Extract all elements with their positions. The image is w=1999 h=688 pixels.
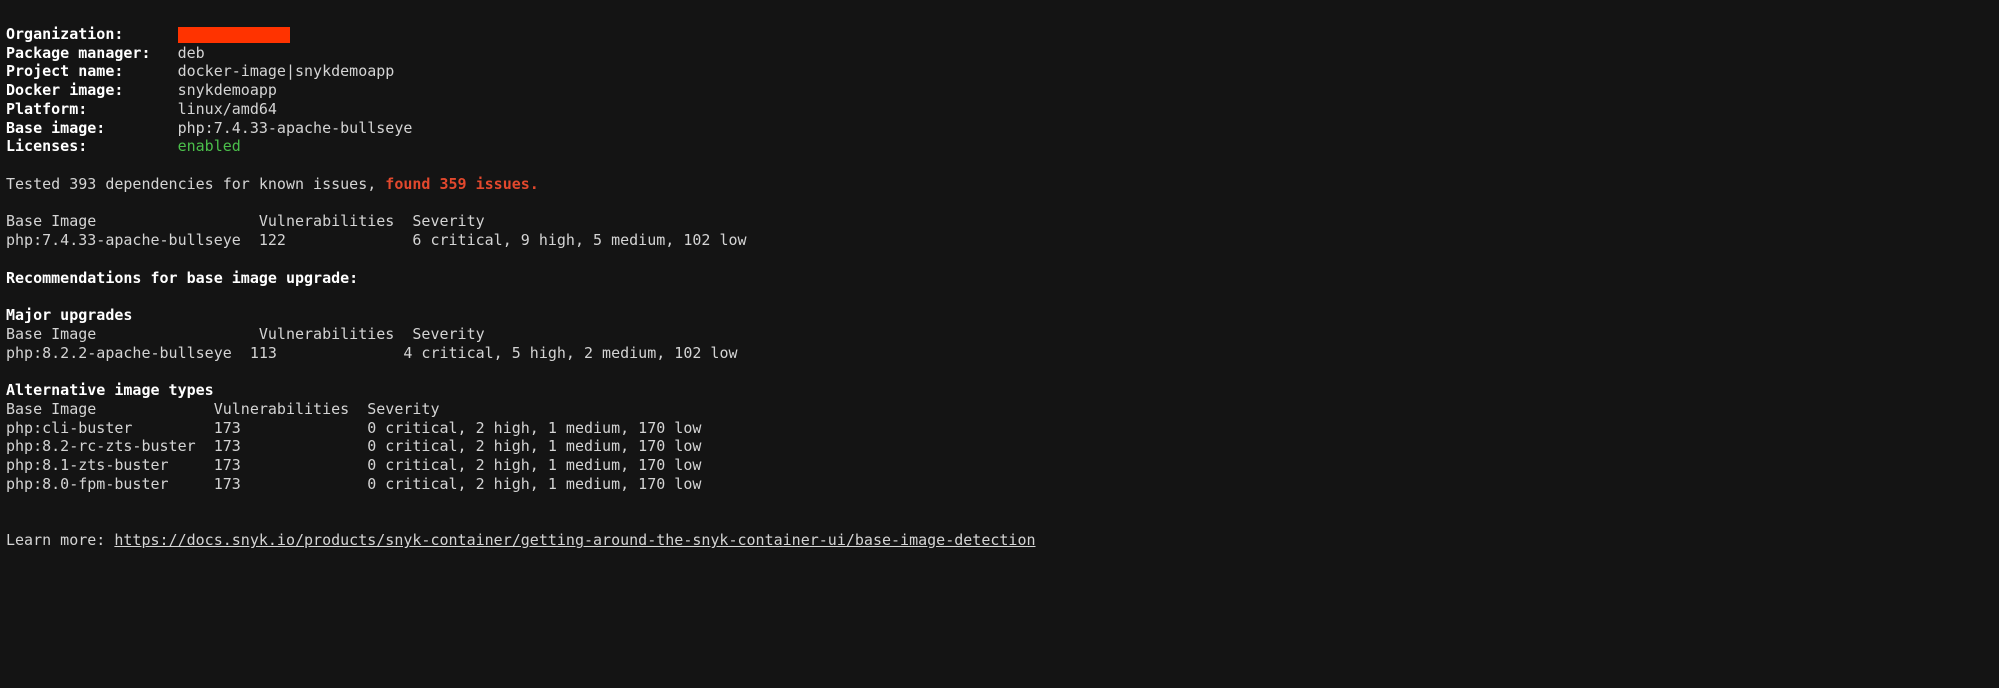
major-header-vulns: Vulnerabilities (259, 325, 394, 343)
platform-label: Platform: (6, 100, 87, 118)
alt-header-image: Base Image (6, 400, 96, 418)
learn-more-label: Learn more: (6, 531, 114, 549)
base-image-label: Base image: (6, 119, 105, 137)
major-upgrades-heading: Major upgrades (6, 306, 132, 324)
alt-row-0-vulns: 173 (214, 419, 241, 437)
current-header-severity: Severity (412, 212, 484, 230)
platform-value: linux/amd64 (178, 100, 277, 118)
package-manager-label: Package manager: (6, 44, 151, 62)
base-image-value: php:7.4.33-apache-bullseye (178, 119, 413, 137)
major-row-vulns: 113 (250, 344, 277, 362)
current-header-image: Base Image (6, 212, 96, 230)
docker-image-value: snykdemoapp (178, 81, 277, 99)
current-row-vulns: 122 (259, 231, 286, 249)
terminal-output: Organization: Package manager: deb Proje… (0, 0, 1999, 556)
licenses-value: enabled (178, 137, 241, 155)
alt-row-2-image: php:8.1-zts-buster (6, 456, 169, 474)
project-name-label: Project name: (6, 62, 123, 80)
alt-header-severity: Severity (367, 400, 439, 418)
recommendations-heading: Recommendations for base image upgrade: (6, 269, 358, 287)
alt-row-0-image: php:cli-buster (6, 419, 132, 437)
alt-row-3-image: php:8.0-fpm-buster (6, 475, 169, 493)
package-manager-value: deb (178, 44, 205, 62)
current-row-image: php:7.4.33-apache-bullseye (6, 231, 241, 249)
tested-summary-prefix: Tested 393 dependencies for known issues… (6, 175, 385, 193)
organization-redacted (178, 27, 291, 43)
licenses-label: Licenses: (6, 137, 87, 155)
project-name-value: docker-image|snykdemoapp (178, 62, 395, 80)
alternatives-heading: Alternative image types (6, 381, 214, 399)
current-header-vulns: Vulnerabilities (259, 212, 394, 230)
alt-row-1-vulns: 173 (214, 437, 241, 455)
alt-row-3-vulns: 173 (214, 475, 241, 493)
alt-header-vulns: Vulnerabilities (214, 400, 349, 418)
alt-row-0-severity: 0 critical, 2 high, 1 medium, 170 low (367, 419, 701, 437)
alt-row-1-severity: 0 critical, 2 high, 1 medium, 170 low (367, 437, 701, 455)
major-row-severity: 4 critical, 5 high, 2 medium, 102 low (403, 344, 737, 362)
major-header-severity: Severity (412, 325, 484, 343)
organization-label: Organization: (6, 25, 123, 43)
alt-row-3-severity: 0 critical, 2 high, 1 medium, 170 low (367, 475, 701, 493)
alt-row-2-vulns: 173 (214, 456, 241, 474)
alt-row-1-image: php:8.2-rc-zts-buster (6, 437, 196, 455)
major-row-image: php:8.2.2-apache-bullseye (6, 344, 232, 362)
major-header-image: Base Image (6, 325, 96, 343)
docker-image-label: Docker image: (6, 81, 123, 99)
tested-summary-found: found 359 issues. (385, 175, 539, 193)
current-row-severity: 6 critical, 9 high, 5 medium, 102 low (412, 231, 746, 249)
learn-more-link[interactable]: https://docs.snyk.io/products/snyk-conta… (114, 531, 1035, 549)
alt-row-2-severity: 0 critical, 2 high, 1 medium, 170 low (367, 456, 701, 474)
